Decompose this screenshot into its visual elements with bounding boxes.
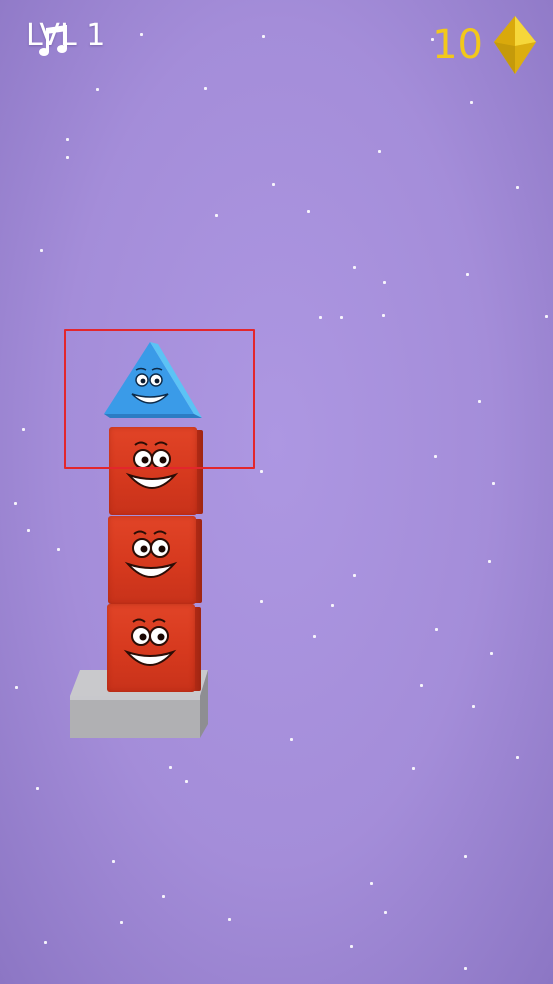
gem-count: 10 — [432, 22, 483, 68]
music-note-icon[interactable] — [36, 22, 80, 62]
star-dot — [478, 400, 481, 403]
star-dot — [15, 686, 18, 689]
yellow-diamond-icon — [494, 16, 536, 74]
star-dot — [272, 183, 275, 186]
star-dot — [353, 574, 356, 577]
star-dot — [57, 548, 60, 551]
star-dot — [545, 315, 548, 318]
star-dot — [420, 684, 423, 687]
star-dot — [434, 455, 437, 458]
star-dot — [384, 911, 387, 914]
star-dot — [466, 273, 469, 276]
star-dot — [169, 766, 172, 769]
star-dot — [370, 882, 373, 885]
star-dot — [140, 33, 143, 36]
star-dot — [228, 918, 231, 921]
star-dot — [313, 635, 316, 638]
star-dot — [464, 855, 467, 858]
starfield-background — [0, 0, 553, 984]
star-dot — [260, 600, 263, 603]
star-dot — [22, 428, 25, 431]
star-dot — [412, 767, 415, 770]
star-dot — [435, 628, 438, 631]
smiley-face-icon — [124, 530, 178, 578]
star-dot — [378, 150, 381, 153]
star-dot — [96, 88, 99, 91]
star-dot — [383, 281, 386, 284]
star-dot — [470, 101, 473, 104]
star-dot — [162, 895, 165, 898]
star-dot — [260, 470, 263, 473]
star-dot — [40, 249, 43, 252]
star-dot — [353, 266, 356, 269]
star-dot — [490, 652, 493, 655]
star-dot — [472, 705, 475, 708]
star-dot — [307, 210, 310, 213]
star-dot — [340, 316, 343, 319]
star-dot — [382, 314, 385, 317]
star-dot — [27, 529, 30, 532]
star-dot — [44, 941, 47, 944]
star-dot — [350, 945, 353, 948]
star-dot — [262, 35, 265, 38]
star-dot — [112, 860, 115, 863]
star-dot — [331, 604, 334, 607]
star-dot — [185, 780, 188, 783]
star-dot — [14, 502, 17, 505]
star-dot — [215, 214, 218, 217]
red-cube-smiley-bottom[interactable] — [107, 604, 201, 692]
star-dot — [464, 967, 467, 970]
star-dot — [290, 738, 293, 741]
star-dot — [66, 156, 69, 159]
star-dot — [319, 316, 322, 319]
selection-highlight-box — [64, 329, 255, 469]
star-dot — [492, 482, 495, 485]
star-dot — [488, 560, 491, 563]
star-dot — [36, 787, 39, 790]
star-dot — [516, 186, 519, 189]
star-dot — [204, 87, 207, 90]
star-dot — [66, 138, 69, 141]
star-dot — [516, 756, 519, 759]
star-dot — [120, 921, 123, 924]
red-cube-smiley-middle[interactable] — [108, 516, 202, 604]
smiley-face-icon — [123, 618, 177, 666]
